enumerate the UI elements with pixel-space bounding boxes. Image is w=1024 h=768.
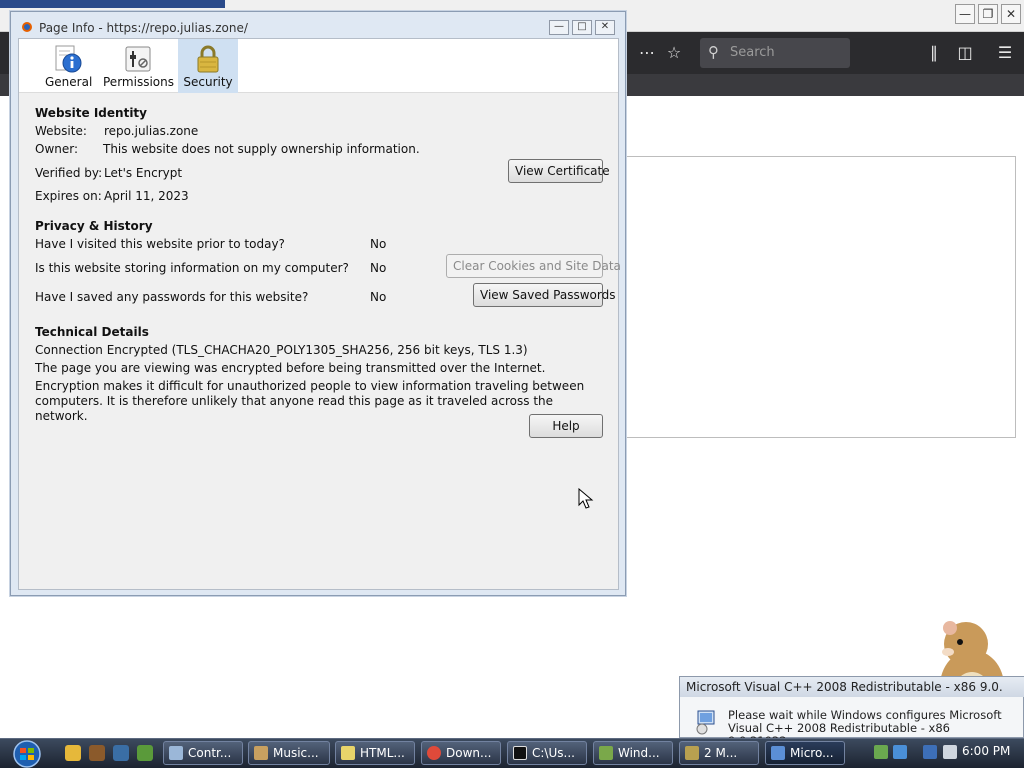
taskbar-item-label: Micro... [790, 746, 834, 760]
tab-bar: General Permissions Security [19, 39, 618, 93]
storing-question: Is this website storing information on m… [35, 261, 349, 275]
tab-security[interactable]: Security [178, 39, 238, 93]
music-icon [254, 746, 268, 760]
browser-minimize-icon[interactable]: — [955, 4, 975, 24]
visited-answer: No [370, 237, 387, 251]
tab-permissions-label: Permissions [103, 75, 174, 89]
encrypted-transmission-text: The page you are viewing was encrypted b… [35, 361, 546, 375]
installer-icon [771, 746, 785, 760]
taskbar-item-7zip[interactable]: C:\Us... [507, 741, 587, 765]
expires-on-label: Expires on: [35, 189, 102, 203]
taskbar-item-html[interactable]: HTML... [335, 741, 415, 765]
desktop-quicklaunch-icon[interactable] [113, 745, 129, 761]
visited-question: Have I visited this website prior to tod… [35, 237, 285, 251]
passwords-answer: No [370, 290, 387, 304]
installer-icon [696, 710, 715, 735]
start-button-icon[interactable] [10, 740, 44, 768]
expires-on-value: April 11, 2023 [104, 189, 189, 203]
taskbar-item-label: Down... [446, 746, 492, 760]
privacy-history-heading: Privacy & History [35, 219, 153, 233]
view-saved-passwords-button[interactable]: View Saved Passwords [473, 283, 615, 307]
background-browser-tab[interactable] [0, 0, 225, 8]
taskbar-item-label: 2 M... [704, 746, 738, 760]
taskbar-item-music[interactable]: Music... [248, 741, 330, 765]
tab-general[interactable]: General [45, 39, 93, 93]
help-button[interactable]: Help [529, 414, 603, 438]
tab-permissions[interactable]: Permissions [103, 39, 174, 93]
taskbar-item-microsoft-installer[interactable]: Micro... [765, 741, 845, 765]
browser-close-icon[interactable]: ✕ [1001, 4, 1021, 24]
menu-icon[interactable]: ☰ [994, 42, 1016, 64]
page-info-dialog: Page Info - https://repo.julias.zone/ — … [10, 11, 626, 596]
help-file-icon [341, 746, 355, 760]
taskbar-item-windows[interactable]: Wind... [593, 741, 673, 765]
dialog-minimize-icon[interactable]: — [549, 20, 569, 35]
clear-cookies-button[interactable]: Clear Cookies and Site Data [446, 254, 621, 278]
taskbar-item-group[interactable]: 2 M... [679, 741, 759, 765]
tray-network-icon[interactable] [893, 745, 907, 759]
tray-display-icon[interactable] [923, 745, 937, 759]
search-icon: ⚲ [708, 43, 719, 61]
tab-security-label: Security [183, 75, 233, 89]
storing-answer: No [370, 261, 387, 275]
website-value: repo.julias.zone [104, 124, 199, 138]
taskbar-clock[interactable]: 6:00 PM [962, 744, 1010, 758]
dialog-maximize-icon[interactable]: □ [572, 20, 592, 35]
owner-label: Owner: [35, 142, 79, 156]
control-panel-icon [169, 746, 183, 760]
7zip-icon [513, 746, 527, 760]
search-placeholder: Search [730, 45, 775, 60]
encryption-explanation-text: Encryption makes it difficult for unauth… [35, 379, 585, 423]
website-identity-heading: Website Identity [35, 106, 147, 120]
tray-app-icon[interactable] [874, 745, 888, 759]
verified-by-label: Verified by: [35, 166, 103, 180]
view-certificate-button[interactable]: View Certificate [508, 159, 610, 183]
taskbar-item-label: Wind... [618, 746, 660, 760]
firefox-quicklaunch-icon[interactable] [89, 745, 105, 761]
chrome-quicklaunch-icon[interactable] [65, 745, 81, 761]
installer-notification[interactable]: Microsoft Visual C++ 2008 Redistributabl… [679, 676, 1024, 748]
group-icon [685, 746, 699, 760]
star-icon[interactable]: ☆ [663, 42, 685, 64]
more-dots-icon[interactable]: ⋯ [636, 42, 658, 64]
notification-title: Microsoft Visual C++ 2008 Redistributabl… [680, 677, 1024, 697]
background-page-panel [626, 156, 1016, 438]
info-icon [55, 45, 82, 73]
owner-value: This website does not supply ownership i… [103, 142, 420, 156]
app-quicklaunch-icon[interactable] [137, 745, 153, 761]
mouse-cursor-icon [578, 488, 594, 509]
taskbar-item-label: C:\Us... [532, 746, 575, 760]
permissions-icon [125, 46, 151, 72]
chrome-icon [427, 746, 441, 760]
browser-restore-icon[interactable]: ❐ [978, 4, 998, 24]
taskbar-item-control-panel[interactable]: Contr... [163, 741, 243, 765]
tab-general-label: General [45, 75, 93, 89]
dialog-body: General Permissions Security Website Ide… [18, 38, 621, 590]
firefox-icon [22, 22, 32, 32]
dialog-title: Page Info - https://repo.julias.zone/ [39, 21, 248, 35]
taskbar-item-downloads[interactable]: Down... [421, 741, 501, 765]
taskbar-item-label: HTML... [360, 746, 405, 760]
library-icon[interactable]: ∥ [923, 42, 945, 64]
connection-encrypted-text: Connection Encrypted (TLS_CHACHA20_POLY1… [35, 343, 528, 357]
passwords-question: Have I saved any passwords for this webs… [35, 290, 309, 304]
taskbar-item-label: Contr... [188, 746, 232, 760]
verified-by-value: Let's Encrypt [104, 166, 183, 180]
website-label: Website: [35, 124, 87, 138]
dialog-close-icon[interactable]: ✕ [595, 20, 615, 35]
browser-search-box[interactable]: ⚲ Search [700, 38, 850, 68]
technical-details-heading: Technical Details [35, 325, 149, 339]
volume-muted-icon[interactable] [943, 745, 957, 759]
padlock-icon [197, 45, 219, 73]
taskbar-item-label: Music... [273, 746, 319, 760]
window-icon [599, 746, 613, 760]
sidebar-icon[interactable]: ◫ [954, 42, 976, 64]
